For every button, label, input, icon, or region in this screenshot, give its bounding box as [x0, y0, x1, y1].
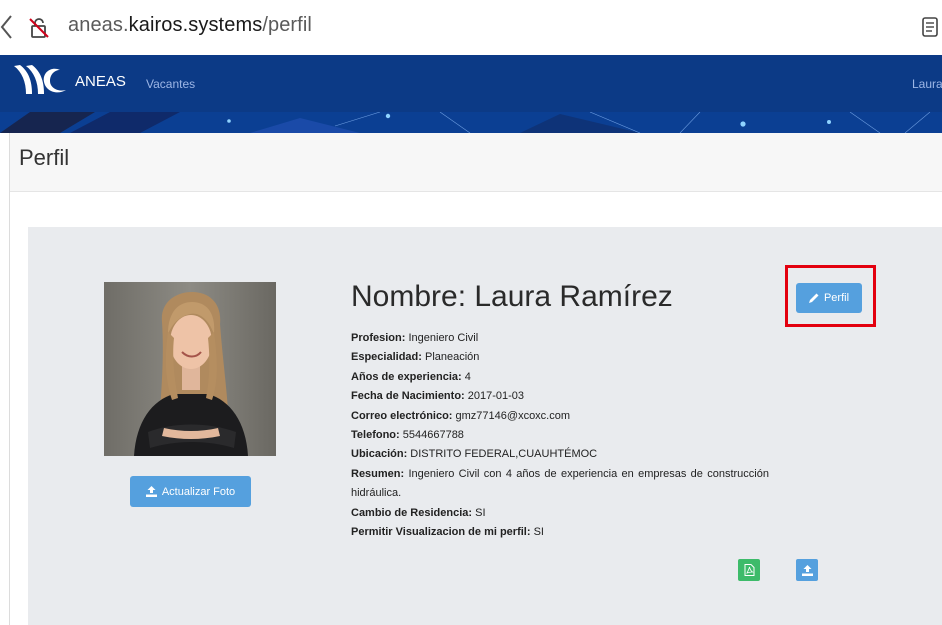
update-photo-label: Actualizar Foto	[161, 485, 236, 498]
detail-value: 4	[464, 370, 471, 383]
detail-value: gmz77146@xcoxc.com	[455, 409, 571, 422]
nav-user-menu[interactable]: Laura	[912, 77, 942, 91]
detail-value: Ingeniero Civil con 4 años de experienci…	[351, 467, 769, 500]
detail-label: Telefono:	[351, 429, 400, 442]
url-prefix: aneas.	[68, 14, 129, 36]
highlight-box	[785, 265, 876, 327]
detail-profesion: Profesion: Ingeniero Civil	[351, 329, 769, 348]
page-title: Perfil	[19, 145, 70, 170]
nav-link-vacantes[interactable]: Vacantes	[146, 77, 195, 91]
download-pdf-button[interactable]	[738, 559, 760, 581]
decorative-banner	[0, 112, 942, 133]
detail-label: Resumen:	[351, 467, 405, 480]
detail-value: DISTRITO FEDERAL,CUAUHTÉMOC	[410, 448, 598, 461]
detail-label: Años de experiencia:	[351, 370, 462, 383]
brand-name[interactable]: ANEAS	[75, 73, 126, 90]
detail-label: Fecha de Nacimiento:	[351, 390, 465, 403]
detail-value: SI	[533, 526, 544, 539]
detail-label: Especialidad:	[351, 351, 422, 364]
url-text[interactable]: aneas.kairos.systems/perfil	[68, 14, 312, 37]
detail-value: Ingeniero Civil	[408, 332, 479, 344]
profile-name: Nombre: Laura Ramírez	[351, 280, 673, 313]
profile-photo	[104, 282, 276, 456]
top-navbar	[0, 55, 942, 112]
detail-visualizacion: Permitir Visualizacion de mi perfil: SI	[351, 523, 769, 542]
url-domain: kairos.systems	[128, 14, 263, 36]
browser-address-bar: aneas.kairos.systems/perfil	[0, 0, 942, 55]
detail-resumen: Resumen: Ingeniero Civil con 4 años de e…	[351, 465, 769, 504]
detail-label: Correo electrónico:	[351, 409, 453, 422]
pdf-icon	[744, 564, 754, 576]
aneas-logo-icon[interactable]	[12, 62, 68, 96]
detail-especialidad: Especialidad: Planeación	[351, 348, 769, 367]
upload-icon	[801, 564, 813, 576]
detail-telefono: Telefono: 5544667788	[351, 426, 769, 445]
detail-label: Permitir Visualizacion de mi perfil:	[351, 526, 531, 539]
detail-value: 5544667788	[402, 429, 464, 442]
update-photo-button[interactable]: Actualizar Foto	[130, 476, 251, 507]
detail-correo: Correo electrónico: gmz77146@xcoxc.com	[351, 407, 769, 426]
lock-icon[interactable]	[28, 17, 50, 39]
detail-label: Profesion:	[351, 332, 406, 344]
page-header	[10, 133, 942, 192]
upload-cv-button[interactable]	[796, 559, 818, 581]
detail-cambio-residencia: Cambio de Residencia: SI	[351, 504, 769, 523]
profile-photo-image	[104, 282, 276, 456]
profile-details: Profesion: Ingeniero Civil Especialidad:…	[351, 329, 769, 542]
banner-pattern	[0, 112, 931, 133]
detail-label: Ubicación:	[351, 448, 408, 461]
detail-value: 2017-01-03	[467, 390, 525, 403]
detail-value: SI	[475, 506, 486, 519]
url-path: /perfil	[262, 14, 312, 36]
detail-value: Planeación	[424, 351, 480, 364]
upload-icon	[145, 486, 157, 497]
detail-label: Cambio de Residencia:	[351, 506, 473, 519]
detail-experiencia: Años de experiencia: 4	[351, 368, 769, 387]
back-icon[interactable]	[0, 14, 14, 40]
content-left-border	[9, 133, 10, 625]
detail-ubicacion: Ubicación: DISTRITO FEDERAL,CUAUHTÉMOC	[351, 445, 769, 464]
reader-icon[interactable]	[922, 17, 938, 37]
detail-fecha-nacimiento: Fecha de Nacimiento: 2017-01-03	[351, 387, 769, 406]
